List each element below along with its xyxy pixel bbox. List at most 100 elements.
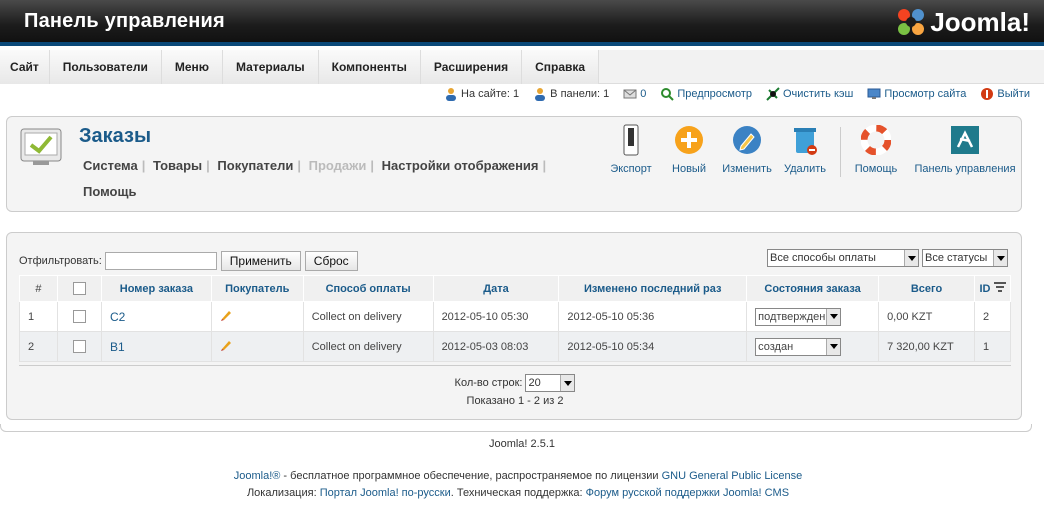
- chevron-down-icon: [560, 375, 575, 391]
- col-payment-method[interactable]: Способ оплаты: [302, 275, 434, 302]
- edit-pencil-icon[interactable]: [220, 339, 232, 351]
- submenu-products[interactable]: Товары: [149, 158, 206, 173]
- submenu-customers[interactable]: Покупатели: [213, 158, 297, 173]
- filter-bar: Отфильтровать: Применить Сброс: [19, 251, 358, 271]
- order-number-cell: B1: [100, 331, 212, 362]
- view-site-link[interactable]: Просмотр сайта: [867, 88, 966, 100]
- chevron-down-icon: [993, 250, 1007, 266]
- joomla-ru-forum-link[interactable]: Форум русской поддержки Joomla! CMS: [586, 487, 789, 499]
- order-number-link[interactable]: B1: [110, 340, 125, 354]
- menu-item-content[interactable]: Материалы: [223, 50, 319, 84]
- orders-panel: Отфильтровать: Применить Сброс Все спосо…: [6, 232, 1022, 420]
- orders-page-icon: [19, 125, 65, 170]
- submenu-separator: |: [542, 158, 547, 173]
- col-order-status[interactable]: Состояния заказа: [746, 275, 880, 302]
- plus-icon: [675, 126, 703, 154]
- table-row: 2 B1 Collect on delivery 2012-05-03 08:0…: [19, 331, 1012, 362]
- sort-icon: [993, 282, 1006, 292]
- order-status-select[interactable]: подтвержден: [755, 307, 842, 326]
- modified-cell: 2012-05-10 05:36: [558, 301, 748, 332]
- status-cell: подтвержден: [746, 301, 880, 332]
- logout-link[interactable]: Выйти: [980, 87, 1030, 101]
- users-on-site: На сайте: 1: [444, 87, 519, 101]
- row-checkbox-cell: [56, 301, 102, 332]
- payment-method-cell: Collect on delivery: [302, 331, 434, 362]
- reset-button[interactable]: Сброс: [304, 251, 358, 271]
- menu-item-components[interactable]: Компоненты: [318, 50, 421, 84]
- id-cell: 2: [973, 301, 1012, 332]
- submenu-sales: Продажи: [308, 158, 367, 173]
- row-checkbox[interactable]: [72, 340, 86, 353]
- export-button[interactable]: Экспорт: [602, 123, 660, 177]
- menu-item-site[interactable]: Сайт: [0, 50, 50, 84]
- trash-icon: [794, 128, 817, 155]
- submenu-separator: |: [297, 158, 301, 173]
- orders-table: # Номер заказа Покупатель Способ оплаты …: [19, 275, 1012, 362]
- joomla-link[interactable]: Joomla!®: [234, 470, 281, 482]
- toolbar-panel: Заказы Система | Товары | Покупатели | Прод…: [6, 116, 1022, 212]
- row-checkbox[interactable]: [72, 310, 86, 323]
- pagination: Кол-во строк: 20 Показано 1 - 2 из 2: [19, 365, 1011, 407]
- table-header-row: # Номер заказа Покупатель Способ оплаты …: [19, 275, 1012, 302]
- status-filter-select[interactable]: Все статусы: [922, 249, 1008, 267]
- col-date[interactable]: Дата: [432, 275, 560, 302]
- filter-input[interactable]: [104, 252, 217, 270]
- main-menu: Сайт Пользователи Меню Материалы Компоне…: [0, 50, 1044, 84]
- menu-item-help[interactable]: Справка: [522, 50, 600, 84]
- toolbar-buttons: Экспорт Новый Изменить Удалить Помощь Па…: [602, 123, 1025, 177]
- customer-cell: [210, 301, 304, 332]
- pencil-icon: [733, 126, 761, 154]
- col-customer[interactable]: Покупатель: [210, 275, 304, 302]
- cpanel-button[interactable]: Панель управления: [905, 123, 1025, 177]
- col-select-all: [56, 275, 102, 302]
- menu-item-extensions[interactable]: Расширения: [420, 50, 523, 84]
- clear-cache-icon: [766, 87, 780, 101]
- joomla-logo-icon: [898, 9, 925, 35]
- joomla-ru-portal-link[interactable]: Портал Joomla! по-русски: [320, 487, 451, 499]
- page-bottom-frame: [0, 424, 1032, 432]
- submenu: Система | Товары | Покупатели | Продажи | На…: [79, 153, 559, 205]
- gpl-link[interactable]: GNU General Public License: [662, 470, 803, 482]
- status-cell: создан: [746, 331, 880, 362]
- messages-count[interactable]: 0: [623, 88, 646, 100]
- row-number: 2: [19, 331, 58, 362]
- menu-item-menus[interactable]: Меню: [161, 50, 224, 84]
- status-bar: На сайте: 1 В панели: 1 0 Предпросмотр О…: [430, 86, 1030, 102]
- row-checkbox-cell: [56, 331, 102, 362]
- total-cell: 7 320,00 KZT: [878, 331, 975, 362]
- help-button[interactable]: Помощь: [847, 123, 905, 177]
- users-in-panel: В панели: 1: [533, 87, 609, 101]
- order-number-cell: C2: [100, 301, 212, 332]
- edit-button[interactable]: Изменить: [718, 123, 776, 177]
- col-order-number[interactable]: Номер заказа: [100, 275, 212, 302]
- preview-link[interactable]: Предпросмотр: [660, 87, 752, 101]
- col-modified[interactable]: Изменено последний раз: [558, 275, 748, 302]
- customer-cell: [210, 331, 304, 362]
- submenu-help[interactable]: Помощь: [79, 184, 140, 199]
- edit-pencil-icon[interactable]: [220, 309, 232, 321]
- menu-item-users[interactable]: Пользователи: [49, 50, 162, 84]
- license-footer: Joomla!® - бесплатное программное обеспе…: [233, 470, 803, 499]
- submenu-separator: |: [370, 158, 375, 173]
- user-icon: [535, 88, 546, 101]
- col-id[interactable]: ID: [973, 275, 1012, 302]
- admin-header: Панель управления Joomla!: [0, 0, 1044, 46]
- joomla-logo-text: Joomla!: [930, 6, 1030, 37]
- new-button[interactable]: Новый: [660, 123, 718, 177]
- rows-per-page-select[interactable]: 20: [525, 374, 576, 392]
- order-status-select[interactable]: создан: [755, 337, 842, 356]
- monitor-icon: [867, 88, 881, 99]
- clear-cache-link[interactable]: Очистить кэш: [766, 87, 853, 101]
- payment-method-cell: Collect on delivery: [302, 301, 434, 332]
- delete-button[interactable]: Удалить: [776, 123, 834, 177]
- col-total[interactable]: Всего: [878, 275, 975, 302]
- apply-button[interactable]: Применить: [220, 251, 301, 271]
- chevron-down-icon: [904, 250, 918, 266]
- submenu-system[interactable]: Система: [79, 158, 142, 173]
- submenu-separator: |: [141, 158, 146, 173]
- payment-method-select[interactable]: Все способы оплаты: [767, 249, 919, 267]
- toolbar-divider: [840, 127, 841, 177]
- select-all-checkbox[interactable]: [72, 282, 86, 295]
- submenu-display-settings[interactable]: Настройки отображения: [378, 158, 543, 173]
- order-number-link[interactable]: C2: [110, 310, 125, 324]
